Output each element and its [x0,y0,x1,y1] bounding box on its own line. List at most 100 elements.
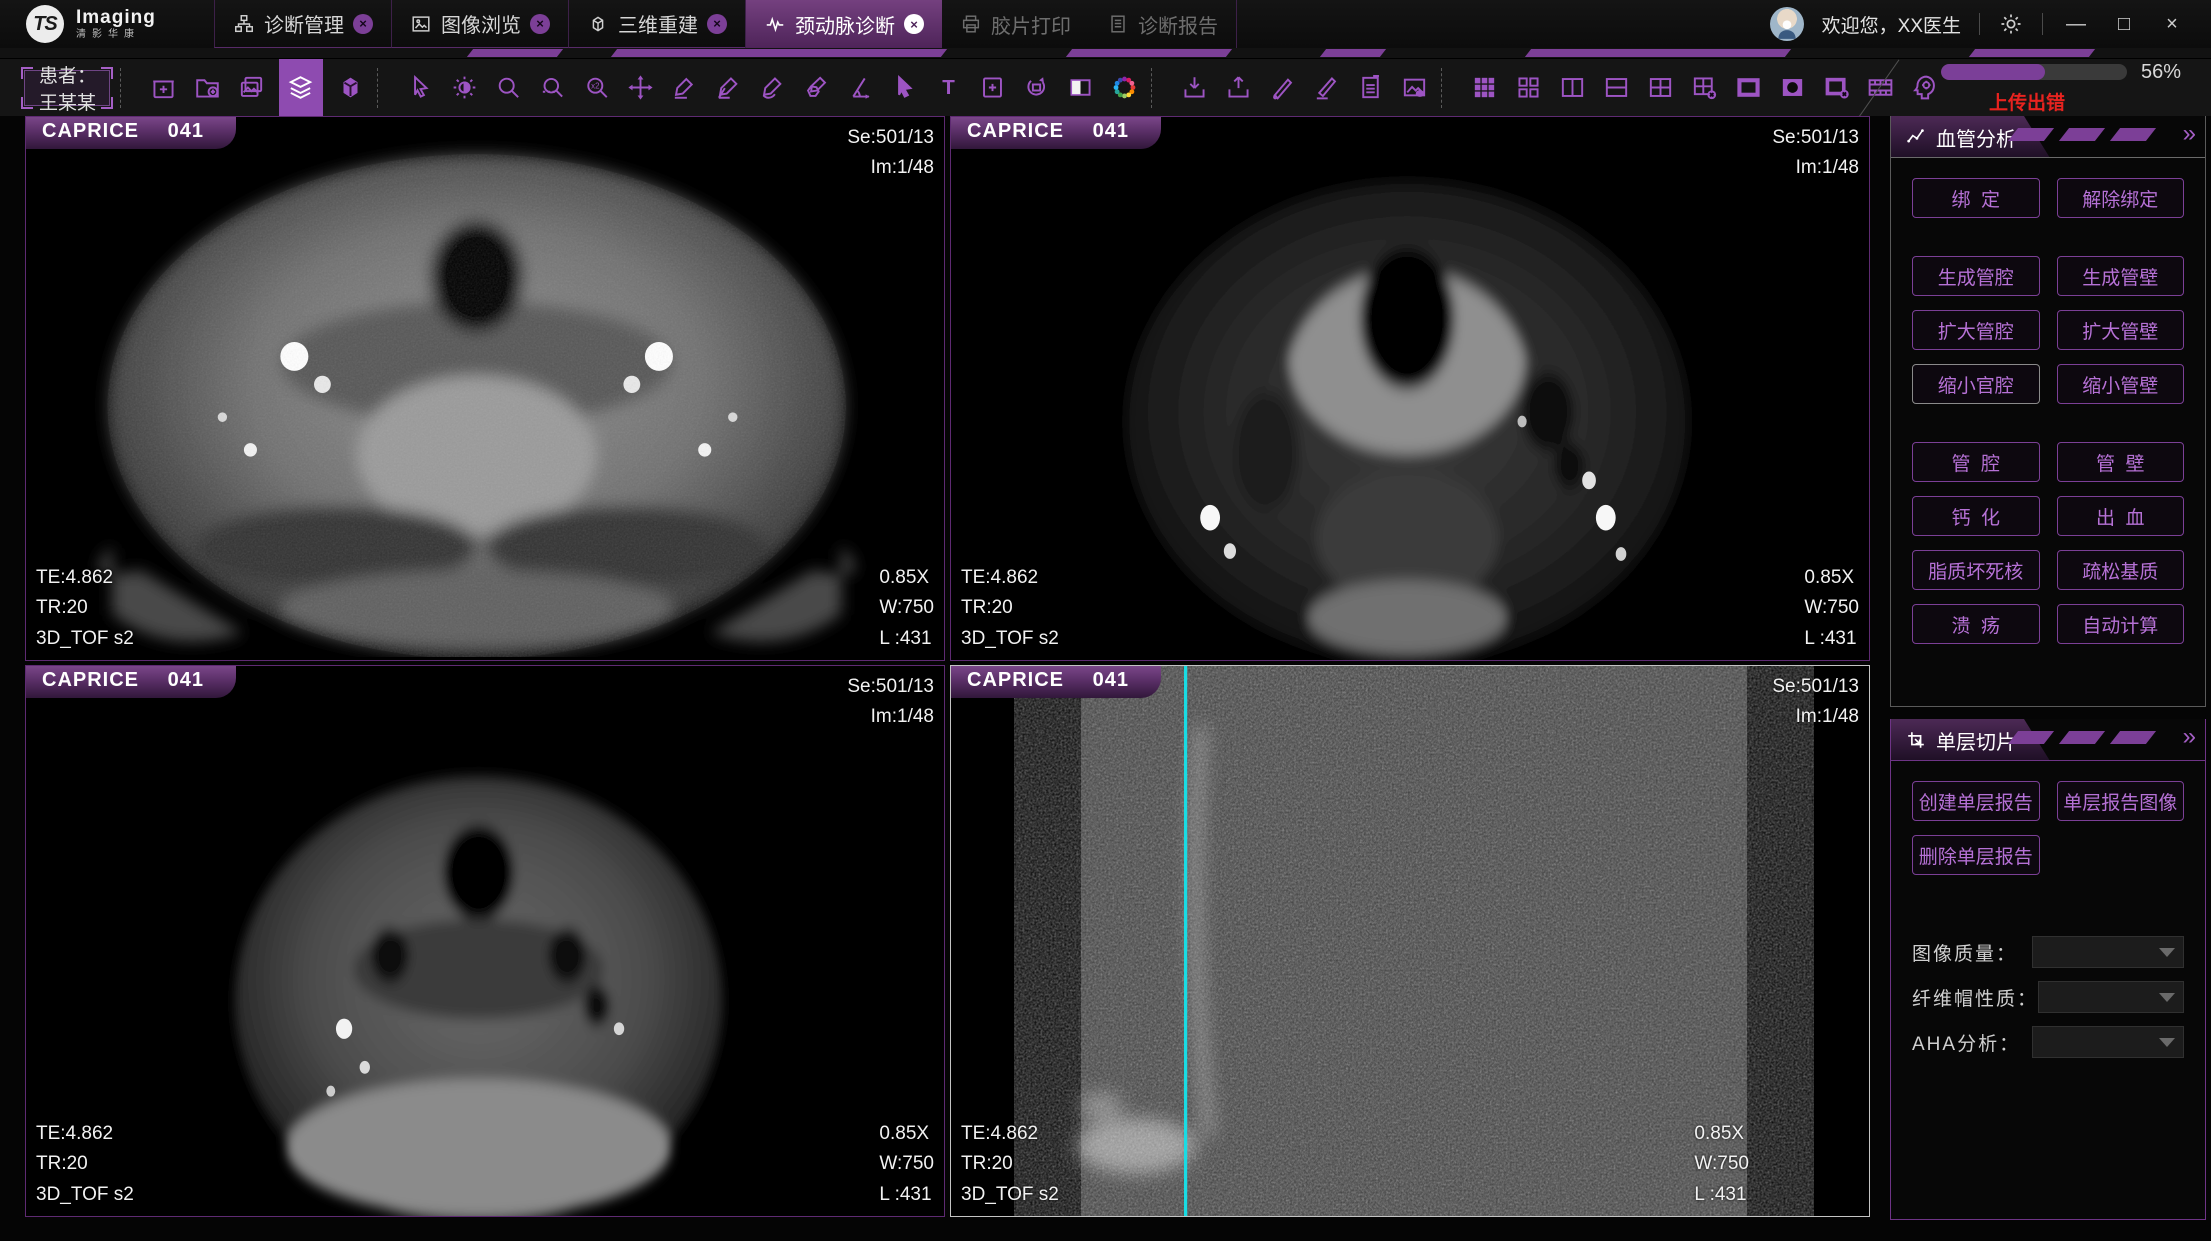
brightness-contrast-icon[interactable] [448,68,481,108]
layers-icon[interactable] [279,59,323,116]
tab-carotid-diagnosis[interactable]: 颈动脉诊断 × [745,0,942,48]
measure-curve-icon[interactable] [756,68,789,108]
titlebar-right: 欢迎您，XX医生 — □ × [1770,0,2211,48]
tab-diagnosis-management[interactable]: 诊断管理 × [214,0,391,48]
overlay-display-info: 0.85XW:750L :431 [879,1119,934,1210]
zoom-icon[interactable] [492,68,525,108]
tab-close-icon[interactable]: × [707,14,727,34]
bind-button[interactable]: 绑 定 [1912,178,2040,218]
overlay-series-info: Se:501/13Im:1/48 [847,672,934,733]
lipid-necrotic-core-button[interactable]: 脂质坏死核 [1912,550,2040,590]
pan-icon[interactable] [624,68,657,108]
create-slice-report-button[interactable]: 创建单层报告 [1912,781,2040,821]
split-vertical-icon[interactable] [1556,68,1589,108]
ulcer-button[interactable]: 溃 疡 [1912,604,2040,644]
user-avatar[interactable] [1770,7,1804,41]
tab-close-icon[interactable]: × [353,14,373,34]
lumen-button[interactable]: 管 腔 [1912,442,2040,482]
tab-label: 胶片打印 [991,10,1071,39]
series-tab: CAPRICE 041 [951,117,1161,149]
tab-film-print[interactable]: 胶片打印 [942,0,1089,48]
text-annotation-icon[interactable] [932,68,965,108]
zoom-region-icon[interactable] [536,68,569,108]
delete-slice-report-button[interactable]: 删除单层报告 [1912,835,2040,875]
measure-length-icon[interactable] [668,68,701,108]
tab-3d-reconstruction[interactable]: 三维重建 × [568,0,745,48]
panel-title: 血管分析 [1936,123,2016,152]
rotate-icon[interactable] [1020,68,1053,108]
viewport-top-right[interactable]: CAPRICE 041 Se:501/13Im:1/48 TE:4.862TR:… [950,116,1870,661]
grid-2x2-small-icon[interactable] [1512,68,1545,108]
panel-header: 血管分析 » [1891,116,2205,158]
printer-icon [960,13,982,35]
collapse-chevron-icon[interactable]: » [2183,723,2193,751]
image-export-icon[interactable] [1398,68,1431,108]
divider [377,68,378,108]
viewport-top-left[interactable]: CAPRICE 041 Se:501/13Im:1/48 TE:4.862TR:… [25,116,945,661]
grid-2x2-icon[interactable] [1644,68,1677,108]
shrink-wall-button[interactable]: 缩小管壁 [2057,364,2185,404]
archive-add-icon[interactable] [147,68,180,108]
overlay-series-info: Se:501/13Im:1/48 [1772,672,1859,733]
split-horizontal-icon[interactable] [1600,68,1633,108]
layout-close-icon[interactable] [1820,68,1853,108]
generate-lumen-button[interactable]: 生成管腔 [1912,256,2040,296]
download-icon[interactable] [1178,68,1211,108]
enlarge-wall-button[interactable]: 扩大管壁 [2057,310,2185,350]
tab-label: 三维重建 [618,9,698,38]
overlay-series-info: Se:501/13Im:1/48 [1772,123,1859,184]
fibrous-cap-select[interactable] [2038,981,2184,1013]
photos-icon[interactable] [235,68,268,108]
patient-field[interactable]: 患者：王某某 [24,70,110,106]
layout-circle-icon[interactable] [1776,68,1809,108]
invert-icon[interactable] [1064,68,1097,108]
close-button[interactable]: × [2157,13,2187,36]
zoom-2x-icon[interactable] [580,68,613,108]
gear-icon[interactable] [1998,11,2024,37]
wall-button[interactable]: 管 壁 [2057,442,2185,482]
collapse-chevron-icon[interactable]: » [2183,120,2193,148]
measure-polygon-icon[interactable] [800,68,833,108]
pointer-icon[interactable] [888,68,921,108]
enlarge-lumen-button[interactable]: 扩大管腔 [1912,310,2040,350]
calcification-button[interactable]: 钙 化 [1912,496,2040,536]
shrink-lumen-button[interactable]: 缩小官腔 [1912,364,2040,404]
maximize-button[interactable]: □ [2109,13,2139,36]
slice-report-image-button[interactable]: 单层报告图像 [2057,781,2185,821]
ai-analysis-icon[interactable] [1908,68,1941,108]
panel-header: 单层切片 » [1891,719,2205,761]
report-add-icon[interactable] [1354,68,1387,108]
probe-pen-icon[interactable] [1266,68,1299,108]
upload-icon[interactable] [1222,68,1255,108]
frame-add-icon[interactable] [976,68,1009,108]
viewport-bottom-right[interactable]: CAPRICE 041 Se:501/13Im:1/48 TE:4.862TR:… [950,665,1870,1217]
series-tab: CAPRICE 041 [951,666,1161,698]
aha-analysis-select[interactable] [2032,1026,2184,1058]
select-arrow-icon[interactable] [404,68,437,108]
probe-pen-line-icon[interactable] [1310,68,1343,108]
progress-fill [1941,64,2045,80]
layout-fullscreen-icon[interactable] [1732,68,1765,108]
image-quality-select[interactable] [2032,936,2184,968]
grid-close-icon[interactable] [1688,68,1721,108]
unbind-button[interactable]: 解除绑定 [2057,178,2185,218]
tab-diagnosis-report[interactable]: 诊断报告 [1089,0,1237,48]
tab-image-browse[interactable]: 图像浏览 × [391,0,568,48]
grid-3x3-icon[interactable] [1468,68,1501,108]
tab-close-icon[interactable]: × [904,14,924,34]
cube-3d-icon[interactable] [334,68,367,108]
measure-angle-icon[interactable] [712,68,745,108]
color-palette-icon[interactable] [1108,68,1141,108]
minimize-button[interactable]: — [2061,13,2091,36]
loose-matrix-button[interactable]: 疏松基质 [2057,550,2185,590]
hemorrhage-button[interactable]: 出 血 [2057,496,2185,536]
divider [2042,13,2043,35]
angle-icon[interactable] [844,68,877,108]
tab-close-icon[interactable]: × [530,14,550,34]
generate-wall-button[interactable]: 生成管壁 [2057,256,2185,296]
auto-calculate-button[interactable]: 自动计算 [2057,604,2185,644]
vessel-icon [1905,126,1927,148]
folder-add-icon[interactable] [191,68,224,108]
viewport-bottom-left[interactable]: CAPRICE 041 Se:501/13Im:1/48 TE:4.862TR:… [25,665,945,1217]
aha-analysis-field: AHA分析： [1891,1026,2205,1058]
